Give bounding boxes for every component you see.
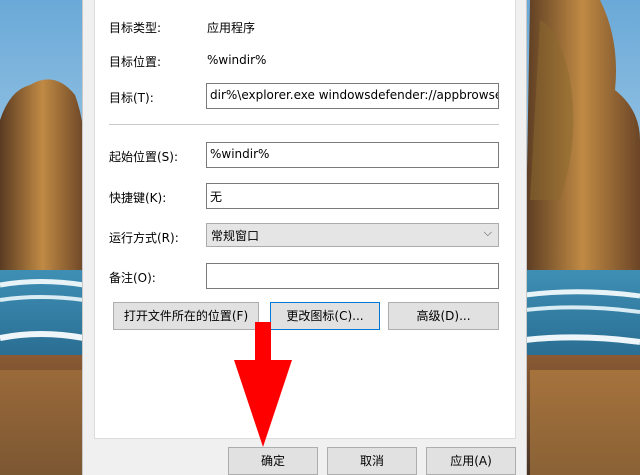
divider [109,124,499,125]
shortcut-key-label: 快捷键(K): [109,191,167,205]
target-input[interactable]: dir%\explorer.exe windowsdefender://appb… [206,83,499,109]
target-location-label: 目标位置: [109,55,162,69]
ok-button[interactable]: 确定 [228,447,318,475]
start-in-label: 起始位置(S): [109,150,179,164]
target-type-value: 应用程序 [207,21,256,35]
target-location-value: %windir% [207,53,267,67]
run-mode-select[interactable]: 常规窗口 ⌵ [206,223,499,247]
open-file-location-button[interactable]: 打开文件所在的位置(F) [113,302,259,330]
cancel-button[interactable]: 取消 [327,447,417,475]
change-icon-button[interactable]: 更改图标(C)... [270,302,380,330]
apply-button[interactable]: 应用(A) [426,447,516,475]
chevron-down-icon: ⌵ [483,226,492,239]
run-mode-value: 常规窗口 [211,229,260,243]
target-label: 目标(T): [109,91,154,105]
target-type-label: 目标类型: [109,21,162,35]
run-mode-label: 运行方式(R): [109,231,179,245]
comment-input[interactable] [206,263,499,289]
advanced-button[interactable]: 高级(D)... [388,302,499,330]
comment-label: 备注(O): [109,271,156,285]
shortcut-key-input[interactable]: 无 [206,183,499,209]
start-in-input[interactable]: %windir% [206,142,499,168]
